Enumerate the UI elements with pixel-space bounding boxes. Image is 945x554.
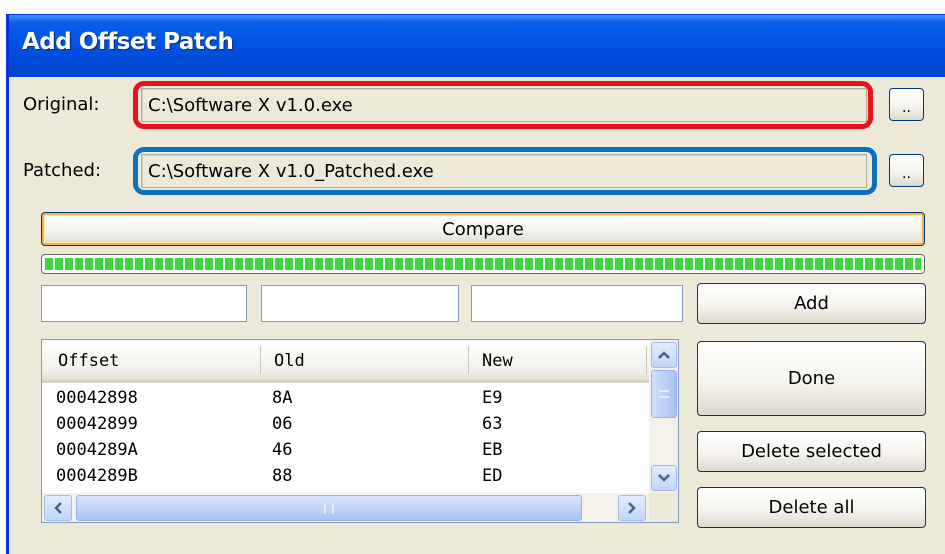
offset-cell: 00042899	[56, 414, 138, 434]
column-header-new[interactable]: New	[482, 351, 513, 371]
scroll-down-button[interactable]	[651, 465, 677, 491]
horizontal-scrollbar[interactable]	[42, 493, 649, 522]
grip-icon	[659, 390, 669, 398]
compare-button[interactable]: Compare	[41, 212, 925, 246]
chevron-left-icon	[54, 502, 62, 514]
table-row[interactable]: 0004289B 88 ED	[42, 464, 649, 489]
chevron-right-icon	[628, 502, 636, 514]
scrollbar-corner	[649, 493, 678, 522]
old-cell: 8A	[272, 388, 293, 408]
delete-selected-button[interactable]: Delete selected	[697, 431, 926, 472]
table-row[interactable]: 0004289A 46 EB	[42, 438, 649, 463]
patched-label: Patched:	[23, 160, 102, 181]
add-button[interactable]: Add	[697, 283, 926, 324]
old-cell: 88	[272, 466, 293, 486]
offset-cell: 00042898	[56, 388, 138, 408]
patched-highlight-box	[133, 147, 877, 195]
patch-list[interactable]: Offset Old New 00042898 8A E9 00042899 0…	[41, 339, 679, 523]
column-divider[interactable]	[468, 346, 469, 374]
scroll-left-button[interactable]	[44, 495, 72, 521]
window-title: Add Offset Patch	[22, 29, 234, 55]
table-row[interactable]: 00042898 8A E9	[42, 386, 649, 411]
column-divider[interactable]	[260, 346, 261, 374]
delete-all-button[interactable]: Delete all	[697, 487, 926, 528]
add-offset-patch-dialog: Add Offset Patch Original: C:\Software X…	[6, 14, 945, 554]
horizontal-scroll-thumb[interactable]	[76, 495, 582, 521]
title-bar[interactable]: Add Offset Patch	[9, 15, 945, 77]
done-button[interactable]: Done	[697, 341, 926, 416]
grip-icon	[324, 503, 334, 513]
scroll-up-button[interactable]	[651, 342, 677, 368]
old-cell: 06	[272, 414, 293, 434]
scroll-right-button[interactable]	[618, 495, 646, 521]
original-browse-button[interactable]: ..	[889, 88, 924, 121]
old-value-input[interactable]	[261, 285, 459, 322]
original-highlight-box	[133, 81, 873, 129]
chevron-up-icon	[658, 351, 670, 359]
patched-browse-button[interactable]: ..	[889, 154, 924, 187]
column-header-offset[interactable]: Offset	[58, 351, 119, 371]
new-cell: EB	[482, 440, 503, 460]
vertical-scrollbar[interactable]	[649, 340, 678, 493]
original-label: Original:	[23, 94, 100, 115]
new-value-input[interactable]	[471, 285, 683, 322]
offset-cell: 0004289B	[56, 466, 138, 486]
compare-progress-bar	[41, 254, 925, 274]
column-header-old[interactable]: Old	[274, 351, 305, 371]
list-header: Offset Old New	[42, 340, 649, 383]
new-cell: ED	[482, 466, 503, 486]
progress-fill	[45, 258, 921, 270]
new-cell: 63	[482, 414, 503, 434]
old-cell: 46	[272, 440, 293, 460]
new-cell: E9	[482, 388, 503, 408]
chevron-down-icon	[658, 474, 670, 482]
vertical-scroll-thumb[interactable]	[651, 370, 677, 418]
dialog-client-area: Original: C:\Software X v1.0.exe .. Patc…	[9, 77, 945, 554]
offset-cell: 0004289A	[56, 440, 138, 460]
column-divider	[646, 346, 647, 374]
offset-input[interactable]	[41, 285, 247, 322]
table-row[interactable]: 00042899 06 63	[42, 412, 649, 437]
